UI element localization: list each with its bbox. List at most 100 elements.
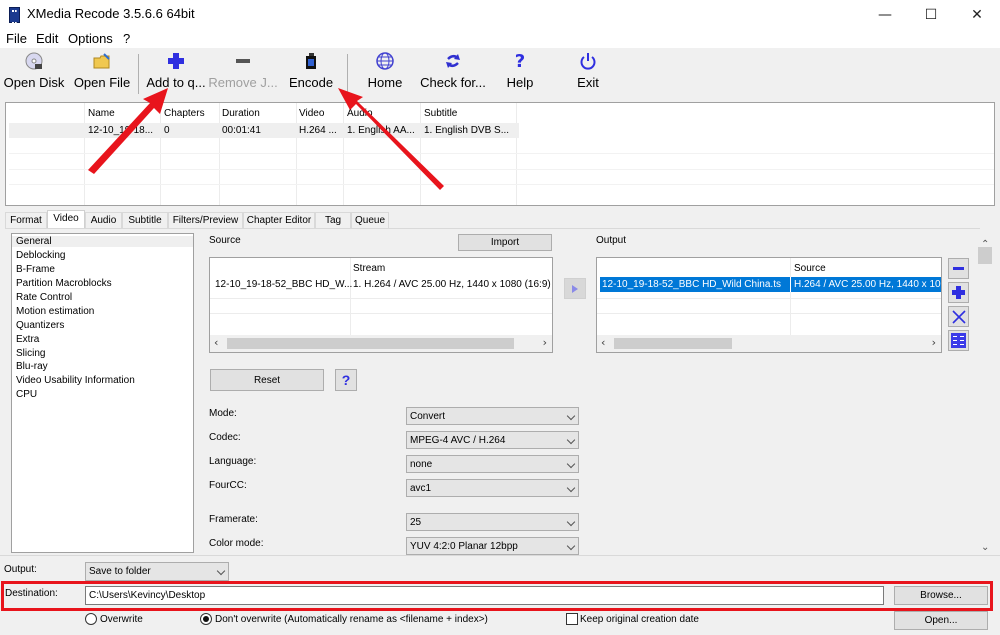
category-quantizers[interactable]: Quantizers bbox=[16, 320, 64, 331]
open-disk-button[interactable]: Open Disk bbox=[4, 48, 64, 96]
open-folder-button[interactable]: Open... bbox=[894, 611, 988, 630]
queue-cell-video: H.264 ... bbox=[299, 125, 337, 136]
language-select[interactable]: none bbox=[406, 455, 579, 473]
refresh-icon bbox=[445, 48, 461, 74]
tab-video[interactable]: Video bbox=[47, 210, 85, 229]
scroll-right-icon[interactable]: › bbox=[543, 336, 547, 349]
tab-queue[interactable]: Queue bbox=[351, 212, 389, 229]
column-header-video[interactable]: Video bbox=[299, 108, 324, 119]
column-header-name[interactable]: Name bbox=[88, 108, 115, 119]
category-general[interactable]: General bbox=[12, 236, 193, 247]
dont-overwrite-label: Don't overwrite (Automatically rename as… bbox=[215, 614, 488, 625]
browse-button[interactable]: Browse... bbox=[894, 586, 988, 605]
chevron-down-icon bbox=[566, 459, 576, 469]
plus-icon bbox=[952, 286, 965, 299]
keep-creation-date-checkbox[interactable] bbox=[566, 613, 578, 625]
category-rate-control[interactable]: Rate Control bbox=[16, 292, 72, 303]
tab-audio[interactable]: Audio bbox=[85, 212, 122, 229]
job-queue-list[interactable]: Name Chapters Duration Video Audio Subti… bbox=[5, 102, 995, 206]
queue-cell-audio: 1. English AA... bbox=[347, 125, 415, 136]
delete-stream-button[interactable] bbox=[948, 306, 969, 327]
encode-button[interactable]: Encode bbox=[286, 48, 336, 96]
category-motion-estimation[interactable]: Motion estimation bbox=[16, 306, 94, 317]
output-horizontal-scrollbar[interactable]: ‹ › bbox=[597, 335, 941, 352]
close-button[interactable]: ✕ bbox=[954, 0, 1000, 30]
dont-overwrite-radio[interactable] bbox=[200, 613, 212, 625]
calculator-button[interactable] bbox=[948, 330, 969, 351]
category-b-frame[interactable]: B-Frame bbox=[16, 264, 55, 275]
source-stream-list[interactable]: Stream 12-10_19-18-52_BBC HD_W... 1. H.2… bbox=[209, 257, 553, 353]
globe-icon bbox=[375, 48, 395, 74]
tab-subtitle[interactable]: Subtitle bbox=[122, 212, 168, 229]
chevron-down-icon bbox=[566, 411, 576, 421]
menu-options[interactable]: Options bbox=[68, 31, 113, 46]
color-mode-select[interactable]: YUV 4:2:0 Planar 12bpp bbox=[406, 537, 579, 555]
output-stream-list[interactable]: Source 12-10_19-18-52_BBC HD_Wild China.… bbox=[596, 257, 942, 353]
source-label: Source bbox=[209, 235, 241, 246]
add-to-queue-button[interactable]: Add to q... bbox=[145, 48, 207, 96]
remove-stream-button[interactable] bbox=[948, 258, 969, 279]
menu-file[interactable]: File bbox=[6, 31, 27, 46]
chevron-down-icon bbox=[566, 517, 576, 527]
destination-label: Destination: bbox=[5, 588, 58, 599]
source-horizontal-scrollbar[interactable]: ‹ › bbox=[210, 335, 552, 352]
home-button[interactable]: Home bbox=[362, 48, 408, 96]
category-extra[interactable]: Extra bbox=[16, 334, 39, 345]
category-vui[interactable]: Video Usability Information bbox=[16, 375, 135, 386]
category-partition-macroblocks[interactable]: Partition Macroblocks bbox=[16, 278, 112, 289]
minus-icon bbox=[235, 48, 251, 74]
video-help-button[interactable]: ? bbox=[335, 369, 357, 391]
maximize-button[interactable]: ☐ bbox=[908, 0, 954, 30]
reset-button[interactable]: Reset bbox=[210, 369, 324, 391]
category-cpu[interactable]: CPU bbox=[16, 389, 37, 400]
settings-vertical-scrollbar[interactable]: ⌃ ⌄ bbox=[977, 239, 994, 553]
queue-cell-chapters: 0 bbox=[164, 125, 170, 136]
framerate-label: Framerate: bbox=[209, 514, 258, 525]
scroll-left-icon[interactable]: ‹ bbox=[601, 336, 605, 349]
queue-cell-subtitle: 1. English DVB S... bbox=[424, 125, 510, 136]
codec-select[interactable]: MPEG-4 AVC / H.264 bbox=[406, 431, 579, 449]
tab-format[interactable]: Format bbox=[5, 212, 47, 229]
column-header-audio[interactable]: Audio bbox=[347, 108, 373, 119]
toolbar: Open Disk Open File Add to q... Remove J… bbox=[0, 48, 1000, 96]
category-blu-ray[interactable]: Blu-ray bbox=[16, 361, 48, 372]
mode-select[interactable]: Convert bbox=[406, 407, 579, 425]
framerate-select[interactable]: 25 bbox=[406, 513, 579, 531]
menu-edit[interactable]: Edit bbox=[36, 31, 58, 46]
remove-job-button[interactable]: Remove J... bbox=[208, 48, 278, 96]
language-label: Language: bbox=[209, 456, 257, 467]
minimize-button[interactable]: — bbox=[862, 0, 908, 30]
tab-tag[interactable]: Tag bbox=[315, 212, 351, 229]
column-header-subtitle[interactable]: Subtitle bbox=[424, 108, 457, 119]
column-header-chapters[interactable]: Chapters bbox=[164, 108, 205, 119]
plus-icon bbox=[167, 48, 185, 74]
calculator-icon bbox=[951, 333, 966, 348]
check-for-updates-button[interactable]: Check for... bbox=[418, 48, 488, 96]
chevron-down-icon bbox=[566, 541, 576, 551]
minus-icon bbox=[953, 267, 964, 270]
help-button[interactable]: ? Help bbox=[502, 48, 538, 96]
add-stream-button[interactable] bbox=[564, 278, 586, 299]
chevron-down-icon bbox=[566, 435, 576, 445]
import-button[interactable]: Import bbox=[458, 234, 552, 251]
video-category-list[interactable]: General Deblocking B-Frame Partition Mac… bbox=[11, 233, 194, 553]
scroll-down-icon[interactable]: ⌄ bbox=[981, 542, 989, 553]
tab-filters-preview[interactable]: Filters/Preview bbox=[168, 212, 243, 229]
menu-help[interactable]: ? bbox=[123, 31, 130, 46]
exit-button[interactable]: Exit bbox=[570, 48, 606, 96]
scroll-right-icon[interactable]: › bbox=[932, 336, 936, 349]
category-deblocking[interactable]: Deblocking bbox=[16, 250, 65, 261]
scroll-left-icon[interactable]: ‹ bbox=[214, 336, 218, 349]
add-output-stream-button[interactable] bbox=[948, 282, 969, 303]
tab-chapter-editor[interactable]: Chapter Editor bbox=[243, 212, 315, 229]
mode-label: Mode: bbox=[209, 408, 237, 419]
open-file-button[interactable]: Open File bbox=[72, 48, 132, 96]
destination-input[interactable]: C:\Users\Kevincy\Desktop bbox=[85, 586, 884, 605]
fourcc-select[interactable]: avc1 bbox=[406, 479, 579, 497]
folder-icon bbox=[92, 48, 112, 74]
queue-cell-duration: 00:01:41 bbox=[222, 125, 261, 136]
overwrite-radio[interactable] bbox=[85, 613, 97, 625]
column-header-duration[interactable]: Duration bbox=[222, 108, 260, 119]
output-mode-select[interactable]: Save to folder bbox=[85, 562, 229, 581]
category-slicing[interactable]: Slicing bbox=[16, 348, 45, 359]
